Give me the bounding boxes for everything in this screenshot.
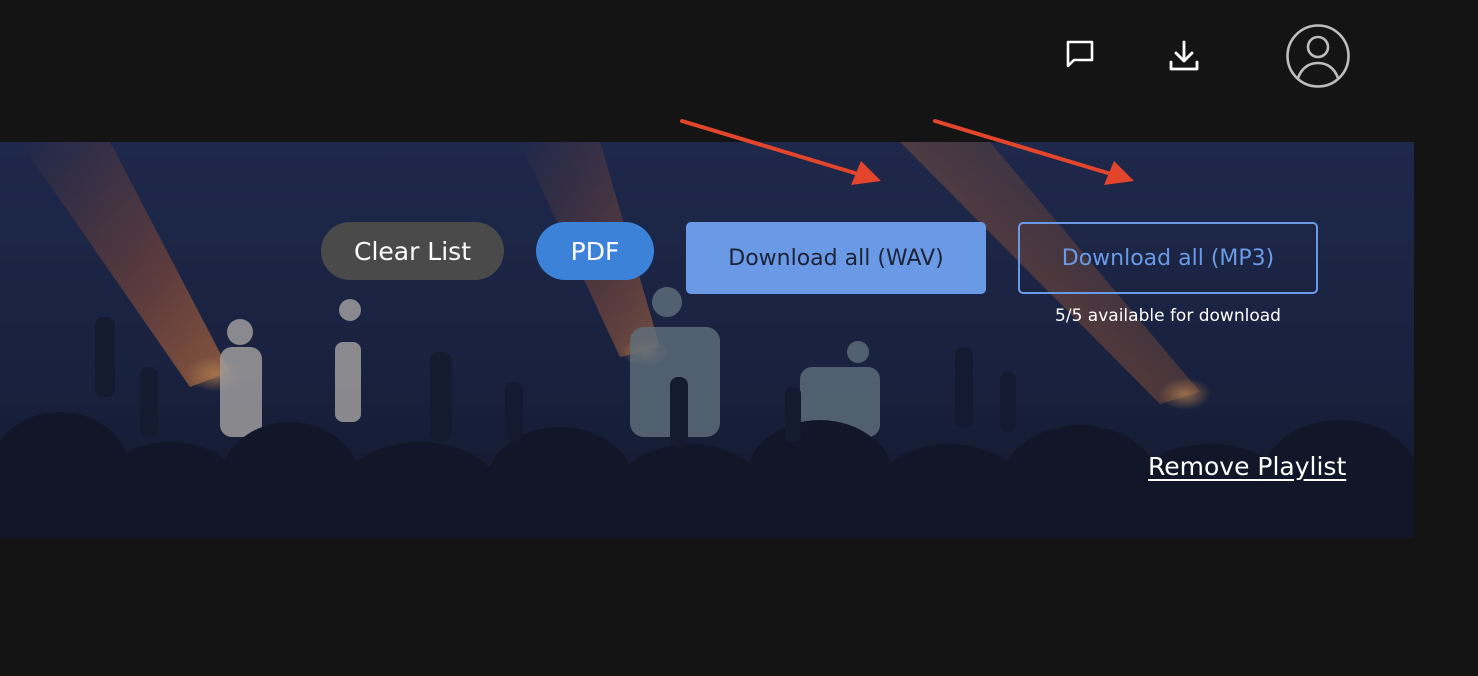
user-avatar-icon: [1286, 24, 1350, 88]
download-button[interactable]: [1162, 34, 1206, 78]
download-availability-text: 5/5 available for download: [1055, 306, 1281, 326]
pdf-button[interactable]: PDF: [536, 222, 654, 280]
top-bar: [0, 0, 1478, 142]
remove-playlist-link[interactable]: Remove Playlist: [1148, 452, 1346, 481]
user-avatar-button[interactable]: [1284, 22, 1352, 90]
download-icon: [1169, 40, 1199, 71]
page: Clear List PDF Download all (WAV) Downlo…: [0, 0, 1478, 676]
clear-list-button[interactable]: Clear List: [321, 222, 504, 280]
chat-bubble-icon: [1066, 40, 1094, 68]
chat-button[interactable]: [1058, 32, 1102, 76]
download-all-mp3-button[interactable]: Download all (MP3): [1018, 222, 1318, 294]
download-all-wav-button[interactable]: Download all (WAV): [686, 222, 986, 294]
